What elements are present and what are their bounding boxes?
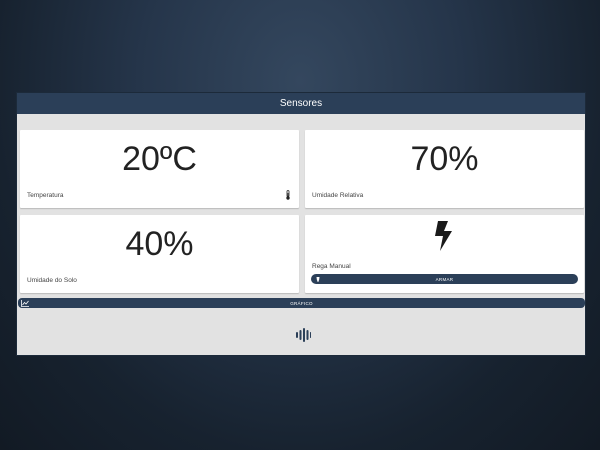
manual-irrigation-label: Rega Manual [312,263,351,270]
chart-button[interactable]: GRÁFICO [18,298,585,308]
temperature-card: 20ºC Temperatura [20,130,299,208]
page-title: Sensores [279,98,323,109]
soil-humidity-card: 40% Umidade do Solo [20,215,299,293]
relative-humidity-card: 70% Umidade Relativa [305,130,584,208]
soil-humidity-label: Umidade do Solo [27,277,77,284]
temperature-value: 20ºC [122,140,197,178]
arm-button-label: ARMAR [435,276,454,282]
panel-header: Sensores [17,93,585,114]
sensors-panel: Sensores 20ºC Temperatura 70% Umidade Re… [16,92,586,356]
chart-line-icon [21,299,29,307]
loading-bars-icon [296,328,311,342]
arm-button[interactable]: ARMAR [311,274,578,284]
thermometer-icon [286,190,290,200]
chart-button-label: GRÁFICO [290,300,313,306]
temperature-label: Temperatura [27,192,64,199]
soil-humidity-value: 40% [125,225,194,263]
manual-irrigation-card: Rega Manual ARMAR [305,215,584,293]
relative-humidity-label: Umidade Relativa [312,192,364,199]
relative-humidity-value: 70% [410,140,479,178]
power-icon [316,276,320,282]
lightning-bolt-icon [435,221,452,251]
